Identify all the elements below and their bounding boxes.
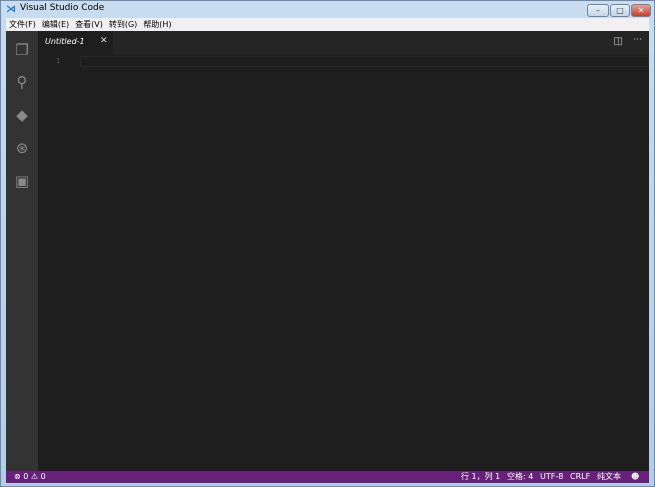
debug-icon[interactable]: ⊛: [12, 138, 32, 158]
minimize-button[interactable]: –: [587, 4, 609, 17]
explorer-icon[interactable]: ❐: [12, 40, 32, 60]
git-icon[interactable]: ◆: [12, 105, 32, 125]
title-bar: ⋊ Visual Studio Code – □ ✕: [1, 1, 654, 18]
menu-file[interactable]: 文件(F): [6, 18, 39, 31]
status-bar: ⊗ 0 ⚠ 0 行 1，列 1 空格: 4 UTF-8 CRLF 纯文本 ☻: [6, 471, 649, 483]
error-count: 0: [23, 472, 29, 481]
menu-view[interactable]: 查看(V): [72, 18, 106, 31]
tab-bar: Untitled-1 ✕ ◫ ···: [38, 31, 649, 55]
menu-goto[interactable]: 转到(G): [106, 18, 140, 31]
split-editor-icon[interactable]: ◫: [614, 36, 623, 47]
window-title: Visual Studio Code: [20, 3, 105, 13]
cursor-position[interactable]: 行 1，列 1: [461, 472, 500, 482]
close-window-button[interactable]: ✕: [631, 4, 651, 17]
menu-bar: 文件(F) 编辑(E) 查看(V) 转到(G) 帮助(H): [6, 18, 649, 31]
menu-edit[interactable]: 编辑(E): [39, 18, 72, 31]
tab-label: Untitled-1: [45, 37, 85, 46]
error-icon: ⊗: [14, 472, 21, 481]
window-frame: ⋊ Visual Studio Code – □ ✕ 文件(F) 编辑(E) 查…: [0, 0, 655, 487]
problems-indicator[interactable]: ⊗ 0 ⚠ 0: [14, 472, 46, 482]
current-line-highlight: [80, 56, 649, 67]
language-mode[interactable]: 纯文本: [597, 472, 621, 482]
feedback-smiley-icon[interactable]: ☻: [631, 472, 639, 482]
tab-untitled-1[interactable]: Untitled-1 ✕: [38, 31, 113, 55]
vscode-logo-icon: ⋊: [6, 4, 16, 15]
tab-close-icon[interactable]: ✕: [100, 36, 108, 46]
vscode-workbench: ❐ ⚲ ◆ ⊛ ▣ Untitled-1 ✕ ◫ ··· 1 ⊗ 0 ⚠ 0 行…: [6, 31, 649, 483]
line-number: 1: [56, 57, 61, 65]
maximize-button[interactable]: □: [610, 4, 630, 17]
activity-bar: ❐ ⚲ ◆ ⊛ ▣: [6, 31, 38, 471]
warning-icon: ⚠: [30, 472, 39, 481]
search-icon[interactable]: ⚲: [12, 72, 32, 92]
encoding[interactable]: UTF-8: [540, 472, 563, 482]
indentation[interactable]: 空格: 4: [507, 472, 533, 482]
editor-area[interactable]: 1: [38, 55, 649, 471]
extensions-icon[interactable]: ▣: [12, 171, 32, 191]
more-actions-icon[interactable]: ···: [633, 35, 642, 45]
warning-count: 0: [40, 472, 46, 481]
line-ending[interactable]: CRLF: [570, 472, 590, 482]
menu-help[interactable]: 帮助(H): [140, 18, 174, 31]
